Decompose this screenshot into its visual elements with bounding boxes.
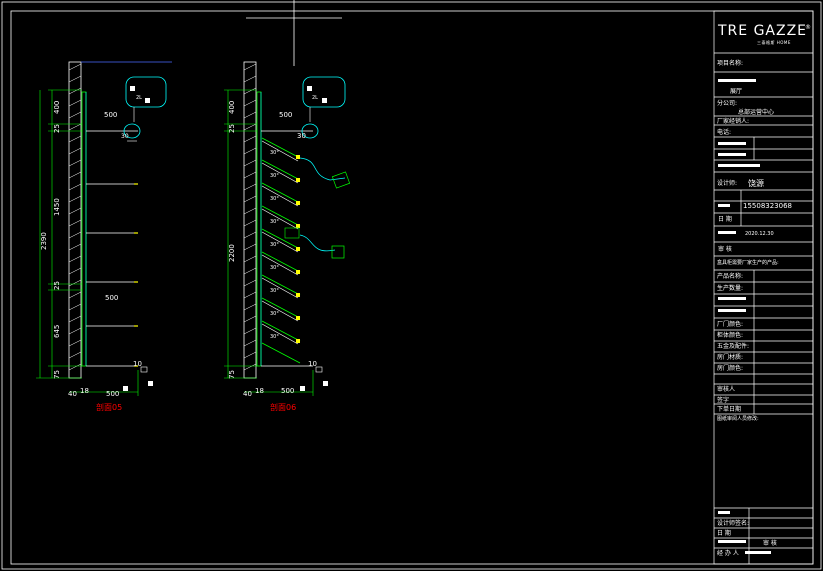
sign-label: 签字 xyxy=(717,397,730,404)
left-dim-width-bottom: 500 xyxy=(106,390,119,398)
project-hall: 展厅 xyxy=(730,88,743,95)
left-dim-width-top: 500 xyxy=(104,111,117,119)
date-value: 2020.12.30 xyxy=(745,231,774,237)
rack-angle-label: 30° xyxy=(270,219,279,225)
sheet-inner-border xyxy=(10,10,814,565)
phone-label: 电话: xyxy=(717,129,732,136)
factory-label: 厂家经销人: xyxy=(717,118,750,125)
left-dim-18: 18 xyxy=(80,387,89,395)
left-dim-25b: 25 xyxy=(53,281,61,290)
designer-label: 设计师: xyxy=(717,180,738,187)
cad-drawing-sheet: 30 30° 30° 30° 30° 30° 30° 30° 30° 30° 4… xyxy=(1,0,822,570)
right-dim-width-top: 500 xyxy=(279,111,292,119)
designer-value: 饶源 xyxy=(748,179,764,188)
left-dim-30: 30 xyxy=(121,133,129,140)
right-dim-base: 10 xyxy=(308,360,317,368)
right-dim-width-bottom: 500 xyxy=(281,387,294,395)
note-label: 图纸审阅人员修改: xyxy=(717,416,759,422)
right-section-caption: 剖面06 xyxy=(270,402,296,412)
fixture-bubble-text: 2L xyxy=(312,95,318,101)
right-dim-40: 40 xyxy=(243,390,252,398)
rack-angle-label: 30° xyxy=(270,173,279,179)
project-label: 项目名称: xyxy=(717,60,744,67)
rack-angle-label: 30° xyxy=(270,196,279,202)
handler-label: 经 办 人 xyxy=(717,550,739,557)
product-label: 盒具柜需要厂家生产的产品: xyxy=(717,260,779,266)
order-date-label: 下单日期 xyxy=(717,406,742,413)
designer-phone: 15508323068 xyxy=(743,202,792,210)
row-door-finish: 房门颜色: xyxy=(717,365,744,372)
right-dim-400: 400 xyxy=(228,101,236,114)
confirm-label: 审核人 xyxy=(717,386,736,393)
crosshair-cursor xyxy=(246,0,342,66)
sheet-outer-border xyxy=(1,1,822,570)
brand-subtitle: 三泰格斯 HOME xyxy=(757,40,791,45)
row-door-material: 房门材质: xyxy=(717,354,744,361)
left-dim-400: 400 xyxy=(53,101,61,114)
right-dim-2200: 2200 xyxy=(228,244,236,262)
bottom-review: 审 核 xyxy=(763,540,777,547)
row-product-name: 产品名称: xyxy=(717,273,744,280)
row-hardware: 五金及配件: xyxy=(717,343,750,350)
left-dim-total: 2390 xyxy=(40,232,48,250)
rack-angle-label: 30° xyxy=(270,311,279,317)
company-label: 分公司: xyxy=(717,100,738,107)
brand-logo: TRE GAZZE xyxy=(718,23,808,39)
brand-registered-mark: ® xyxy=(805,24,811,31)
row-door-color: 厂门颜色: xyxy=(717,321,744,328)
review-label: 审 核 xyxy=(718,246,732,253)
rack-angle-label: 30° xyxy=(270,150,279,156)
rack-angle-label: 30° xyxy=(270,334,279,340)
designer-sign-label: 设计师签名: xyxy=(717,520,750,527)
date-label: 日 期 xyxy=(718,216,732,223)
bottom-date-label: 日 期 xyxy=(717,530,731,537)
rack-angle-label: 30° xyxy=(270,265,279,271)
row-quantity: 生产数量: xyxy=(717,285,744,292)
left-dim-25a: 25 xyxy=(53,124,61,133)
rack-angle-label: 30° xyxy=(270,242,279,248)
left-dim-1450: 1450 xyxy=(53,198,61,216)
left-dim-width-mid: 500 xyxy=(105,294,118,302)
right-dim-25: 25 xyxy=(228,124,236,133)
left-dim-base: 10 xyxy=(133,360,142,368)
row-body-color: 柜体颜色: xyxy=(717,332,744,339)
right-dim-30: 30 xyxy=(297,132,306,140)
right-dim-18: 18 xyxy=(255,387,264,395)
fixture-bubble-text: 2L xyxy=(136,95,142,101)
left-section-caption: 剖面05 xyxy=(96,402,122,412)
rack-angle-label: 30° xyxy=(270,288,279,294)
left-dim-645: 645 xyxy=(53,325,61,338)
left-dim-75: 75 xyxy=(53,370,61,379)
left-dim-40: 40 xyxy=(68,390,77,398)
company-value: 总部运营中心 xyxy=(738,109,775,116)
right-dim-75: 75 xyxy=(228,370,236,379)
